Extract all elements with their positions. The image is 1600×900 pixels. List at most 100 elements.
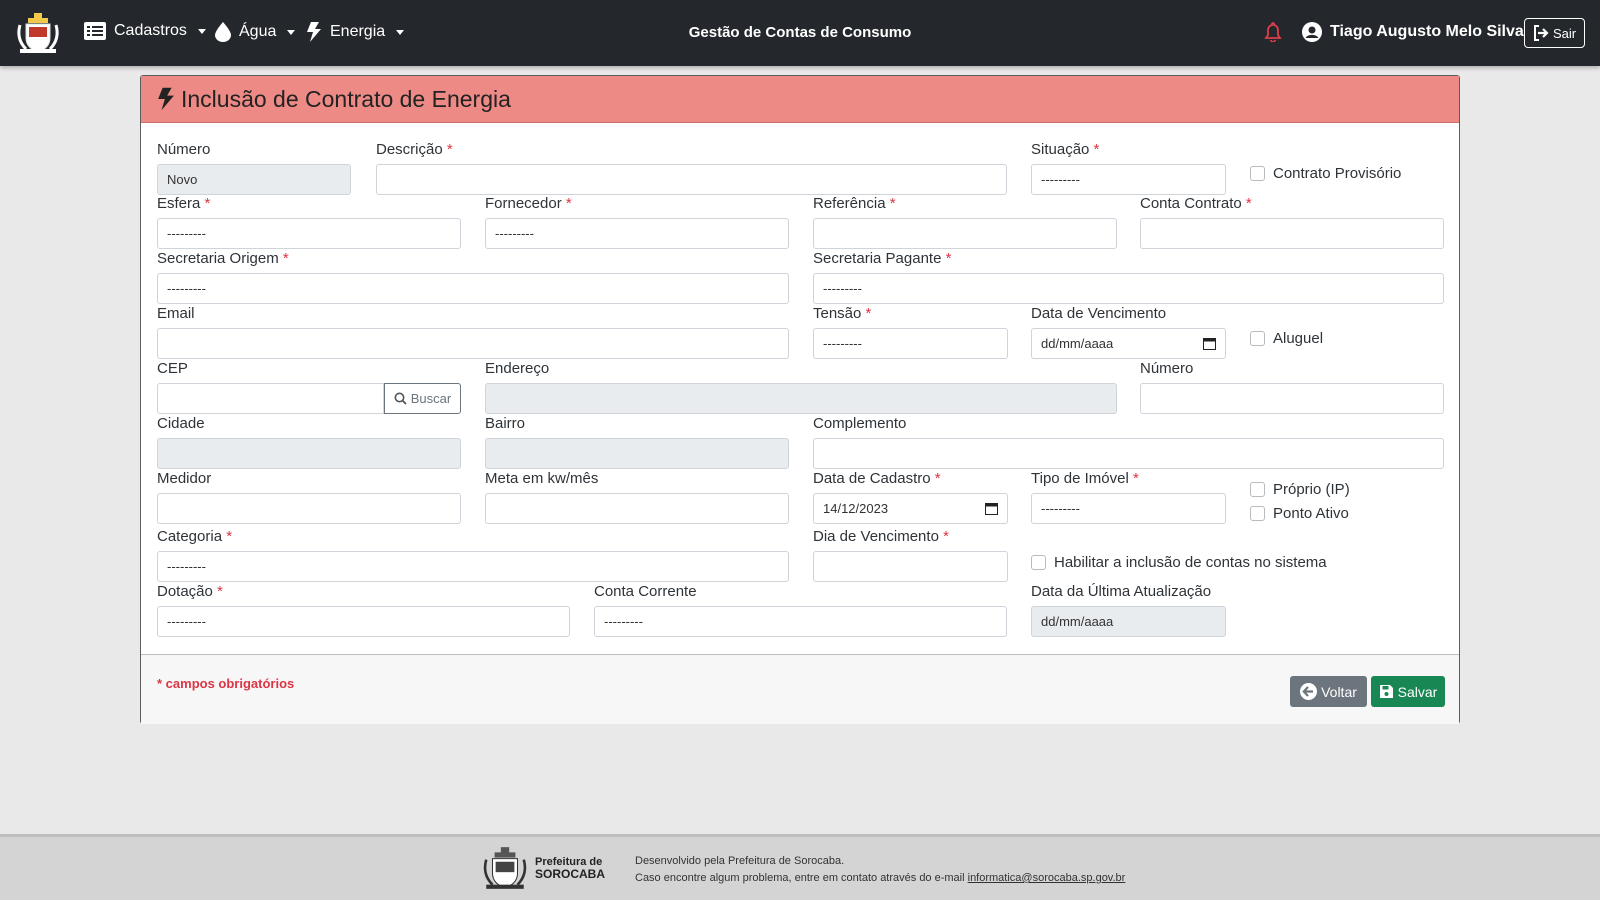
checkbox-box[interactable] bbox=[1250, 506, 1265, 521]
secretaria-origem-select[interactable]: --------- bbox=[157, 273, 789, 304]
footer-brand-line2: SOROCABA bbox=[535, 867, 606, 881]
conta-contrato-input[interactable] bbox=[1140, 218, 1444, 249]
complemento-input[interactable] bbox=[813, 438, 1444, 469]
logout-button[interactable]: Sair bbox=[1524, 18, 1585, 48]
aluguel-label: Aluguel bbox=[1273, 330, 1324, 347]
cidade-field bbox=[157, 438, 461, 469]
descricao-input[interactable] bbox=[376, 164, 1007, 195]
secretaria-pagante-label: Secretaria Pagante * bbox=[813, 250, 951, 267]
secretaria-pagante-value: --------- bbox=[823, 281, 862, 296]
meta-input[interactable] bbox=[485, 493, 789, 524]
support-email-link[interactable]: informatica@sorocaba.sp.gov.br bbox=[968, 872, 1126, 884]
save-button[interactable]: Salvar bbox=[1371, 676, 1445, 707]
checkbox-box[interactable] bbox=[1031, 555, 1046, 570]
required-marker: * bbox=[943, 528, 949, 545]
situacao-select[interactable]: --------- bbox=[1031, 164, 1226, 195]
footer-line2-text: Caso encontre algum problema, entre em c… bbox=[635, 872, 965, 884]
categoria-select[interactable]: --------- bbox=[157, 551, 789, 582]
habilitar-label: Habilitar a inclusão de contas no sistem… bbox=[1054, 554, 1327, 571]
required-marker: * bbox=[889, 195, 896, 212]
descricao-label: Descrição * bbox=[376, 141, 453, 158]
required-marker: * bbox=[1093, 141, 1100, 158]
bell-icon[interactable] bbox=[1264, 22, 1282, 42]
numero-endereco-label: Número bbox=[1140, 360, 1194, 377]
data-cadastro-label-text: Data de Cadastro bbox=[813, 470, 931, 487]
referencia-label: Referência * bbox=[813, 195, 896, 212]
checkbox-box[interactable] bbox=[1250, 331, 1265, 346]
tipo-imovel-value: --------- bbox=[1041, 501, 1080, 516]
conta-corrente-label: Conta Corrente bbox=[594, 583, 697, 600]
search-icon bbox=[394, 392, 407, 405]
complemento-label: Complemento bbox=[813, 415, 907, 432]
meta-label: Meta em kw/mês bbox=[485, 470, 599, 487]
required-marker: * bbox=[1133, 470, 1139, 487]
required-marker: * bbox=[446, 141, 453, 158]
fornecedor-label-text: Fornecedor bbox=[485, 195, 562, 212]
dotacao-select[interactable]: --------- bbox=[157, 606, 570, 637]
esfera-label: Esfera * bbox=[157, 195, 210, 212]
user-menu[interactable]: Tiago Augusto Melo Silva bbox=[1302, 22, 1524, 42]
ponto-ativo-checkbox[interactable]: Ponto Ativo bbox=[1250, 505, 1349, 522]
conta-contrato-label-text: Conta Contrato bbox=[1140, 195, 1242, 212]
conta-corrente-value: --------- bbox=[604, 614, 643, 629]
data-cadastro-input[interactable]: 14/12/2023 bbox=[813, 493, 1008, 524]
endereco-field bbox=[485, 383, 1117, 414]
required-marker: * bbox=[204, 195, 211, 212]
tipo-imovel-select[interactable]: --------- bbox=[1031, 493, 1226, 524]
required-marker: * bbox=[945, 250, 952, 267]
required-fields-note: * campos obrigatórios bbox=[157, 676, 295, 691]
dia-vencimento-label-text: Dia de Vencimento bbox=[813, 528, 939, 545]
conta-contrato-label: Conta Contrato * bbox=[1140, 195, 1252, 212]
habilitar-checkbox[interactable]: Habilitar a inclusão de contas no sistem… bbox=[1031, 554, 1327, 571]
ultima-atualizacao-label: Data da Última Atualização bbox=[1031, 583, 1212, 600]
medidor-input[interactable] bbox=[157, 493, 461, 524]
footer-line1: Desenvolvido pela Prefeitura de Sorocaba… bbox=[635, 855, 845, 867]
referencia-input[interactable] bbox=[813, 218, 1117, 249]
buscar-cep-button[interactable]: Buscar bbox=[384, 383, 461, 414]
back-button[interactable]: Voltar bbox=[1290, 676, 1367, 707]
contrato-provisorio-checkbox[interactable]: Contrato Provisório bbox=[1250, 165, 1401, 182]
proprio-checkbox[interactable]: Próprio (IP) bbox=[1250, 481, 1350, 498]
required-marker: * bbox=[565, 195, 572, 212]
esfera-select[interactable]: --------- bbox=[157, 218, 461, 249]
dia-vencimento-label: Dia de Vencimento * bbox=[813, 528, 949, 545]
city-coat-of-arms-logo bbox=[483, 847, 527, 889]
situacao-value: --------- bbox=[1041, 172, 1080, 187]
calendar-icon[interactable] bbox=[1203, 337, 1216, 350]
fornecedor-select[interactable]: --------- bbox=[485, 218, 789, 249]
referencia-label-text: Referência bbox=[813, 195, 886, 212]
numero-label: Número bbox=[157, 141, 211, 158]
buscar-label: Buscar bbox=[410, 391, 452, 406]
secretaria-pagante-select[interactable]: --------- bbox=[813, 273, 1444, 304]
conta-corrente-select[interactable]: --------- bbox=[594, 606, 1007, 637]
data-vencimento-input[interactable]: dd/mm/aaaa bbox=[1031, 328, 1226, 359]
numero-endereco-input[interactable] bbox=[1140, 383, 1444, 414]
situacao-label: Situação * bbox=[1031, 141, 1099, 158]
endereco-label: Endereço bbox=[485, 360, 550, 377]
data-vencimento-label: Data de Vencimento bbox=[1031, 305, 1167, 322]
card-footer: * campos obrigatórios Voltar Salvar bbox=[141, 654, 1459, 724]
save-label: Salvar bbox=[1397, 683, 1438, 700]
tipo-imovel-label: Tipo de Imóvel * bbox=[1031, 470, 1139, 487]
required-marker: * bbox=[217, 583, 223, 600]
aluguel-checkbox[interactable]: Aluguel bbox=[1250, 330, 1323, 347]
arrow-left-circle-icon bbox=[1300, 683, 1318, 700]
numero-value: Novo bbox=[167, 172, 198, 187]
categoria-label: Categoria * bbox=[157, 528, 232, 545]
footer-line2: Caso encontre algum problema, entre em c… bbox=[635, 870, 1125, 887]
top-navbar: Cadastros Água Energia Gestão de Contas … bbox=[0, 0, 1600, 66]
dotacao-value: --------- bbox=[167, 614, 206, 629]
checkbox-box[interactable] bbox=[1250, 482, 1265, 497]
calendar-icon[interactable] bbox=[985, 502, 998, 515]
sign-out-icon bbox=[1533, 25, 1549, 41]
cep-input[interactable] bbox=[157, 383, 384, 414]
page-footer: Prefeitura de SOROCABA Desenvolvido pela… bbox=[0, 834, 1600, 900]
page-title: Inclusão de Contrato de Energia bbox=[181, 85, 511, 112]
tensao-label: Tensão * bbox=[813, 305, 871, 322]
required-marker: * bbox=[1245, 195, 1252, 212]
checkbox-box[interactable] bbox=[1250, 166, 1265, 181]
tensao-select[interactable]: --------- bbox=[813, 328, 1008, 359]
footer-brand: Prefeitura de SOROCABA bbox=[535, 856, 605, 880]
dia-vencimento-input[interactable] bbox=[813, 551, 1008, 582]
email-field[interactable] bbox=[157, 328, 789, 359]
